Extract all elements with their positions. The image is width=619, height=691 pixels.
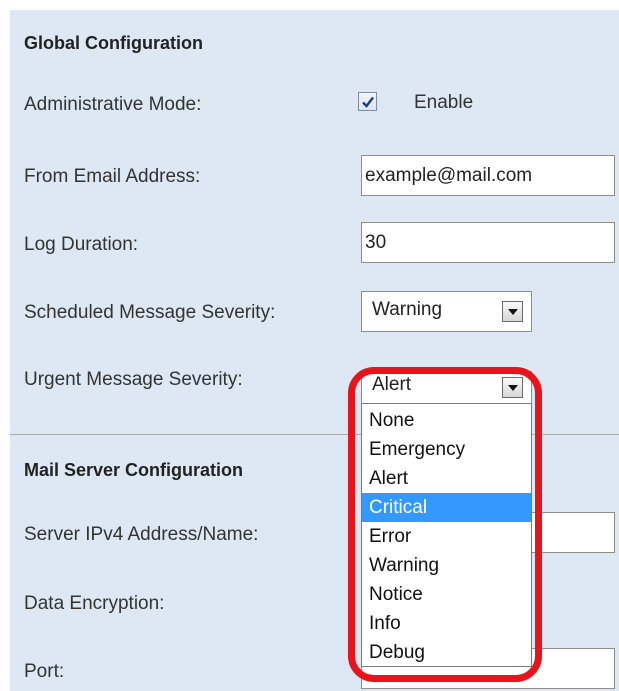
scheduled-message-severity-select[interactable]: Warning	[361, 291, 532, 332]
port-label: Port:	[24, 661, 65, 682]
chevron-down-icon[interactable]	[502, 301, 523, 322]
chevron-down-icon[interactable]	[502, 377, 523, 398]
mail-server-configuration-heading: Mail Server Configuration	[24, 460, 244, 480]
urgent-message-severity-select[interactable]: Alert	[361, 371, 532, 404]
dropdown-option-warning[interactable]: Warning	[362, 551, 531, 580]
urgent-message-severity-label: Urgent Message Severity:	[24, 369, 243, 390]
scheduled-message-severity-label: Scheduled Message Severity:	[24, 302, 276, 323]
server-ipv4-address-label: Server IPv4 Address/Name:	[24, 524, 259, 545]
dropdown-option-none[interactable]: None	[362, 406, 531, 435]
dropdown-option-emergency[interactable]: Emergency	[362, 435, 531, 464]
urgent-message-severity-value: Alert	[372, 374, 412, 395]
administrative-mode-checkbox[interactable]	[358, 92, 377, 111]
administrative-mode-enable-label: Enable	[414, 92, 474, 113]
from-email-address-input[interactable]	[361, 155, 615, 196]
from-email-address-label: From Email Address:	[24, 166, 201, 187]
dropdown-option-error[interactable]: Error	[362, 522, 531, 551]
scheduled-message-severity-value: Warning	[372, 299, 443, 320]
dropdown-option-info[interactable]: Info	[362, 609, 531, 638]
check-icon	[362, 96, 374, 108]
dropdown-option-critical[interactable]: Critical	[362, 493, 531, 522]
log-duration-label: Log Duration:	[24, 234, 139, 255]
urgent-severity-dropdown-list[interactable]: None Emergency Alert Critical Error Warn…	[361, 403, 532, 667]
administrative-mode-label: Administrative Mode:	[24, 94, 202, 115]
global-configuration-heading: Global Configuration	[24, 33, 203, 53]
data-encryption-label: Data Encryption:	[24, 593, 165, 614]
log-duration-input[interactable]	[361, 222, 615, 263]
dropdown-option-debug[interactable]: Debug	[362, 638, 531, 666]
dropdown-option-notice[interactable]: Notice	[362, 580, 531, 609]
dropdown-option-alert[interactable]: Alert	[362, 464, 531, 493]
